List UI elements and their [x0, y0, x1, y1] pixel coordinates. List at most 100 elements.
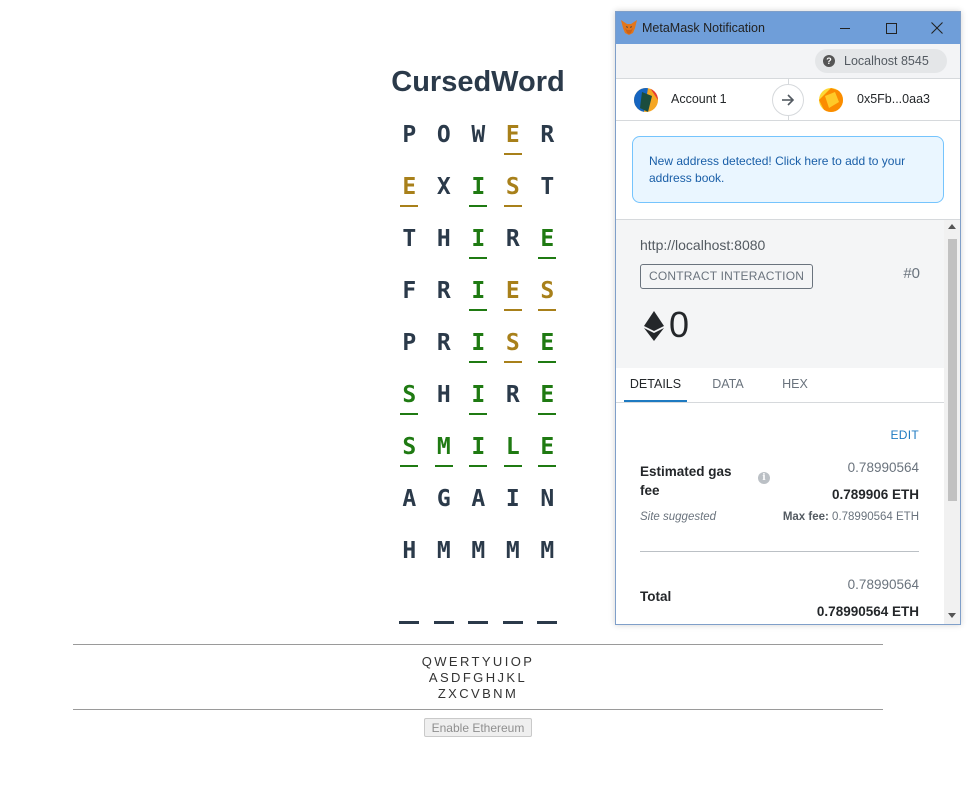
letter-tile: O — [436, 122, 451, 148]
max-fee: Max fee: 0.78990564 ETH — [783, 511, 919, 523]
details-tabs: DETAILS DATA HEX — [616, 368, 944, 403]
estimated-gas-label: Estimated gas fee — [640, 464, 732, 498]
letter-tile: H — [436, 382, 451, 408]
window-titlebar[interactable]: MetaMask Notification — [616, 12, 960, 44]
blank-slot — [496, 610, 531, 626]
minimize-icon — [839, 27, 850, 29]
letter-tile: X — [436, 174, 451, 200]
ethereum-icon — [644, 311, 664, 341]
info-icon[interactable]: i — [758, 472, 770, 484]
guess-row: SHIRE — [392, 378, 565, 430]
letter-tile: I — [461, 274, 496, 326]
letter-tile: H — [402, 538, 417, 564]
letter-tile: M — [427, 430, 462, 482]
keyboard-row-3[interactable]: ZXCVBNM — [0, 686, 956, 702]
total-primary: 0.78990564 ETH — [816, 604, 919, 619]
blank-slot — [392, 610, 427, 626]
letter-tile: F — [402, 278, 417, 304]
letter-tile: A — [471, 486, 486, 512]
letter-tile: E — [530, 326, 565, 378]
letter-tile: S — [496, 326, 531, 378]
letter-tile: R — [540, 122, 555, 148]
letter-tile: L — [496, 430, 531, 482]
letter-tile: I — [461, 378, 496, 430]
minimize-button[interactable] — [822, 12, 868, 44]
letter-tile: M — [505, 538, 520, 564]
scrollbar[interactable] — [944, 220, 960, 624]
network-selector[interactable]: ? Localhost 8545 — [815, 49, 947, 73]
letter-tile: E — [530, 430, 565, 482]
close-button[interactable] — [914, 12, 960, 44]
metamask-notification-window: MetaMask Notification ? Localhost 8545 A… — [615, 11, 961, 625]
letter-tile: M — [471, 538, 486, 564]
tab-data[interactable]: DATA — [702, 368, 754, 402]
letter-tile: I — [461, 326, 496, 378]
max-fee-value: 0.78990564 ETH — [832, 511, 919, 523]
letter-tile: I — [461, 170, 496, 222]
letter-tile: W — [471, 122, 486, 148]
guess-row: SMILE — [392, 430, 565, 482]
from-account-avatar — [634, 88, 658, 112]
edit-gas-button[interactable]: EDIT — [890, 428, 919, 442]
tab-hex[interactable]: HEX — [771, 368, 819, 402]
amount-value: 0 — [669, 304, 690, 345]
letter-tile: E — [392, 170, 427, 222]
enable-ethereum-button[interactable]: Enable Ethereum — [424, 718, 532, 737]
arrow-right-icon — [782, 94, 795, 106]
letter-tile: S — [392, 378, 427, 430]
keyboard-top-divider — [73, 644, 883, 645]
keyboard-row-2[interactable]: ASDFGHJKL — [0, 670, 956, 686]
keyboard-bottom-divider — [73, 709, 883, 710]
new-address-notice[interactable]: New address detected! Click here to add … — [632, 136, 944, 203]
origin-site: http://localhost:8080 — [640, 237, 766, 253]
window-title: MetaMask Notification — [642, 21, 765, 35]
letter-tile: E — [530, 222, 565, 274]
letter-tile: E — [496, 274, 531, 326]
guess-row: EXIST — [392, 170, 565, 222]
letter-tile: N — [540, 486, 555, 512]
guess-grid: POWEREXISTTHIREFRIESPRISESHIRESMILEAGAIN… — [392, 118, 565, 586]
guess-row: FRIES — [392, 274, 565, 326]
guess-row: HMMMM — [392, 534, 565, 586]
maximize-button[interactable] — [868, 12, 914, 44]
blank-slot — [530, 610, 565, 626]
from-account-name[interactable]: Account 1 — [671, 92, 727, 106]
transfer-arrow — [772, 84, 804, 116]
letter-tile: T — [402, 226, 417, 252]
maximize-icon — [885, 22, 897, 34]
current-guess-blanks — [392, 610, 565, 626]
keyboard-row-1[interactable]: QWERTYUIOP — [0, 654, 956, 670]
letter-tile: T — [540, 174, 555, 200]
guess-row: PRISE — [392, 326, 565, 378]
total-divider — [640, 551, 919, 552]
scroll-thumb[interactable] — [948, 239, 957, 501]
letter-tile: I — [505, 486, 520, 512]
to-account-avatar — [819, 88, 843, 112]
to-address[interactable]: 0x5Fb...0aa3 — [857, 92, 930, 106]
letter-tile: E — [530, 378, 565, 430]
question-mark-icon: ? — [823, 55, 835, 67]
site-suggested-label: Site suggested — [640, 511, 717, 523]
gas-fee-secondary: 0.78990564 — [847, 460, 919, 475]
letter-tile: I — [461, 430, 496, 482]
nonce: #0 — [903, 265, 920, 282]
contract-interaction-badge: CONTRACT INTERACTION — [640, 264, 814, 289]
scroll-down-icon[interactable] — [948, 613, 956, 618]
network-name: Localhost 8545 — [844, 54, 929, 68]
scroll-up-icon[interactable] — [948, 224, 956, 229]
guess-row: AGAIN — [392, 482, 565, 534]
letter-tile: A — [402, 486, 417, 512]
close-icon — [931, 22, 943, 34]
total-secondary: 0.78990564 — [847, 577, 919, 592]
letter-tile: I — [461, 222, 496, 274]
max-fee-label: Max fee: — [782, 511, 829, 523]
letter-tile: R — [505, 226, 520, 252]
letter-tile: M — [436, 538, 451, 564]
guess-row: POWER — [392, 118, 565, 170]
total-label: Total — [640, 589, 672, 604]
account-transfer-bar: Account 1 0x5Fb...0aa3 — [616, 78, 960, 121]
letter-tile: P — [402, 330, 417, 356]
tab-details[interactable]: DETAILS — [624, 368, 687, 402]
letter-tile: R — [436, 278, 451, 304]
letter-tile: M — [540, 538, 555, 564]
